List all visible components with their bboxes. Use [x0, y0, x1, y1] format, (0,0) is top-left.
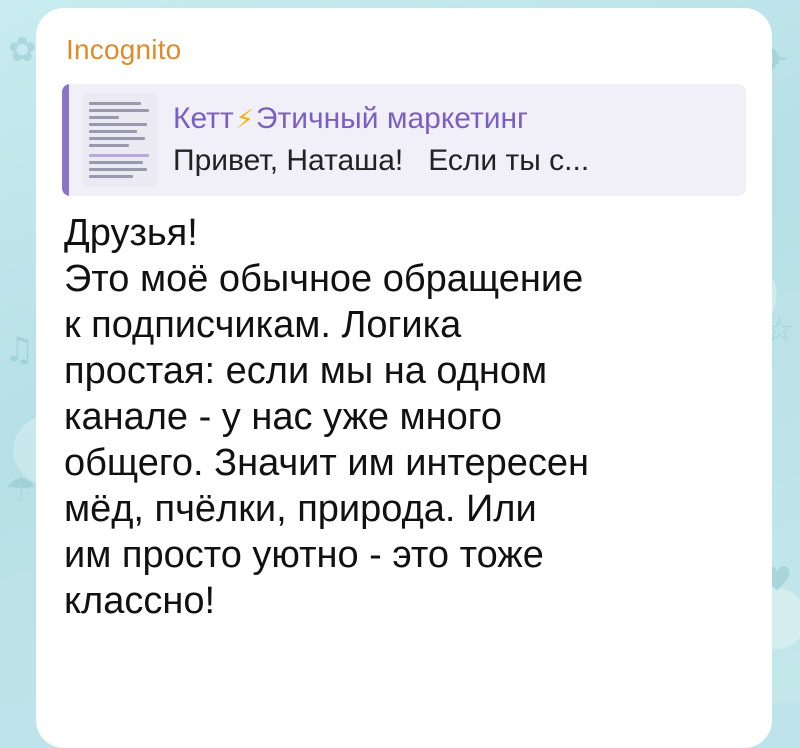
message-text: Друзья! Это моё обычное обращение к подп… — [64, 210, 742, 624]
wallpaper-doodle-icon: ✿ — [8, 30, 37, 70]
reply-title-part2: Этичный маркетинг — [255, 102, 528, 135]
lightning-icon: ⚡ — [235, 105, 254, 135]
message-line: им просто уютно - это тоже — [64, 534, 544, 576]
reply-channel-title: Кетт⚡Этичный маркетинг — [173, 102, 589, 136]
message-line: канале - у нас уже много — [64, 396, 502, 438]
sender-name[interactable]: Incognito — [66, 34, 742, 66]
wallpaper-doodle-icon: ♫ — [4, 330, 35, 370]
message-line: к подписчикам. Логика — [64, 304, 462, 346]
message-line: общего. Значит им интересен — [64, 442, 589, 484]
reply-text: Кетт⚡Этичный маркетинг Привет, Наташа! Е… — [173, 102, 589, 178]
wallpaper-doodle-icon: ☂ — [6, 470, 37, 510]
message-bubble[interactable]: Incognito Кетт⚡Этичный маркетинг Привет,… — [36, 8, 772, 748]
reply-thumbnail — [83, 94, 157, 186]
message-line: классно! — [64, 580, 216, 622]
reply-preview-block[interactable]: Кетт⚡Этичный маркетинг Привет, Наташа! Е… — [62, 84, 746, 196]
reply-preview-text: Привет, Наташа! Если ты с... — [173, 144, 590, 177]
message-line: Друзья! — [64, 212, 198, 254]
message-line: простая: если мы на одном — [64, 350, 548, 392]
reply-accent-bar — [62, 84, 69, 196]
reply-title-part1: Кетт — [173, 102, 234, 135]
message-line: мёд, пчёлки, природа. Или — [64, 488, 537, 530]
message-line: Это моё обычное обращение — [64, 258, 584, 300]
